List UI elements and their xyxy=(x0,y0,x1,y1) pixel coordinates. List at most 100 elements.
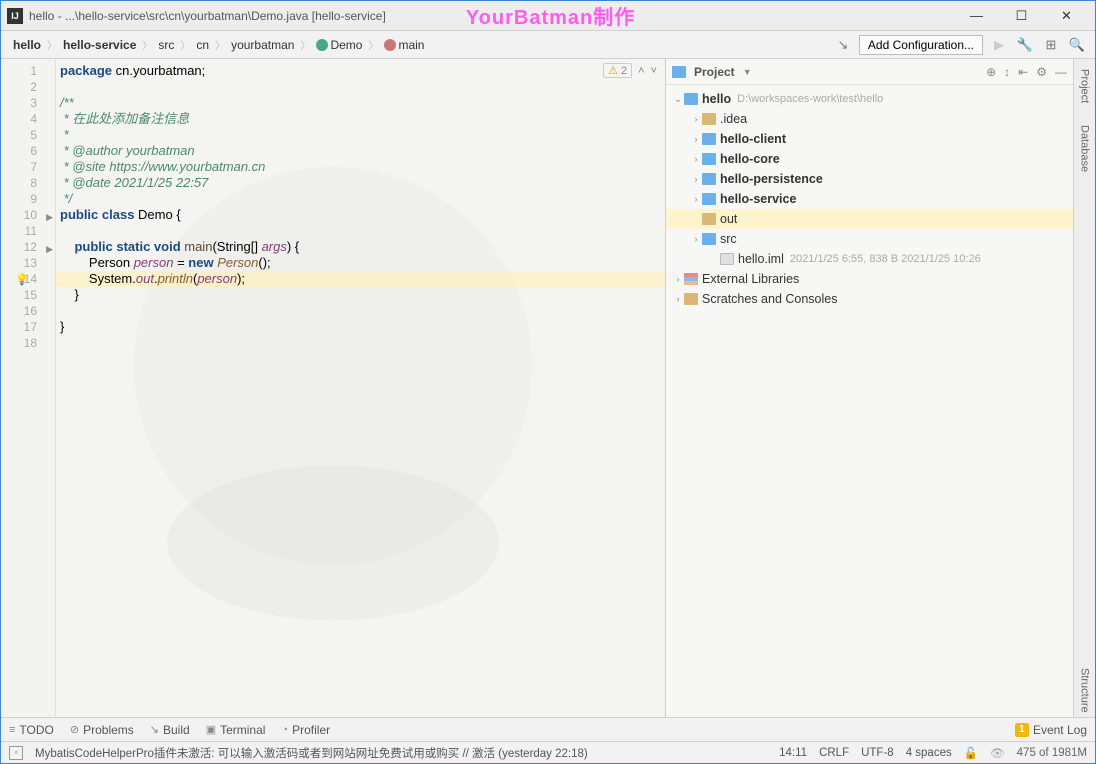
code-line[interactable]: * @site https://www.yourbatman.cn xyxy=(56,159,665,175)
code-line[interactable]: * xyxy=(56,127,665,143)
line-number[interactable]: 13 xyxy=(1,255,55,271)
line-separator[interactable]: CRLF xyxy=(819,747,849,759)
crumb-hello[interactable]: hello xyxy=(9,36,45,54)
file-encoding[interactable]: UTF-8 xyxy=(861,747,894,759)
project-tree[interactable]: ⌄helloD:\workspaces-work\test\hello›.ide… xyxy=(666,85,1073,313)
code-line[interactable] xyxy=(56,79,665,95)
right-tab-structure[interactable]: Structure xyxy=(1077,664,1093,717)
tree-external-libraries[interactable]: ›External Libraries xyxy=(666,269,1073,289)
tab-build[interactable]: ↘Build xyxy=(150,723,190,737)
tree-arrow-icon[interactable]: ⌄ xyxy=(672,94,684,105)
indent-setting[interactable]: 4 spaces xyxy=(906,747,952,759)
line-number[interactable]: 17 xyxy=(1,319,55,335)
add-configuration-button[interactable]: Add Configuration... xyxy=(859,35,983,55)
crumb-yourbatman[interactable]: yourbatman xyxy=(227,36,298,54)
toolwindow-toggle-icon[interactable]: ▫ xyxy=(9,746,23,760)
line-number[interactable]: 9 xyxy=(1,191,55,207)
tree-item-hello-client[interactable]: ›hello-client xyxy=(666,129,1073,149)
tree-arrow-icon[interactable]: › xyxy=(690,174,702,184)
right-tab-database[interactable]: Database xyxy=(1077,121,1093,176)
close-button[interactable]: ✕ xyxy=(1044,2,1089,30)
code-line[interactable] xyxy=(56,335,665,351)
code-line[interactable]: package cn.yourbatman; xyxy=(56,63,665,79)
build-icon[interactable]: ↘ xyxy=(833,35,853,55)
intention-bulb-icon[interactable]: 💡 xyxy=(15,272,29,288)
minimize-button[interactable]: — xyxy=(954,2,999,30)
tab-event-log[interactable]: Event Log xyxy=(1033,723,1087,737)
tree-root-hello[interactable]: ⌄helloD:\workspaces-work\test\hello xyxy=(666,89,1073,109)
collapse-all-icon[interactable]: ⇤ xyxy=(1018,65,1028,79)
code-area[interactable]: ⚠2 ˄ ˅ package cn.yourbatman; /** * 在此处添加… xyxy=(56,59,665,717)
tree-arrow-icon[interactable]: › xyxy=(690,154,702,164)
project-title[interactable]: Project xyxy=(694,65,735,79)
search-icon[interactable]: 🔍 xyxy=(1067,35,1087,55)
line-number[interactable]: 12▶ xyxy=(1,239,55,255)
tree-item-src[interactable]: ›src xyxy=(666,229,1073,249)
code-line[interactable]: /** xyxy=(56,95,665,111)
code-line[interactable]: public class Demo { xyxy=(56,207,665,223)
line-number[interactable]: 3 xyxy=(1,95,55,111)
tree-item-hello-service[interactable]: ›hello-service xyxy=(666,189,1073,209)
tree-scratches[interactable]: ›Scratches and Consoles xyxy=(666,289,1073,309)
crumb-hello-service[interactable]: hello-service xyxy=(59,36,140,54)
nav-down-icon[interactable]: ˅ xyxy=(651,65,657,77)
tree-item-hello-persistence[interactable]: ›hello-persistence xyxy=(666,169,1073,189)
crumb-main[interactable]: main xyxy=(380,36,428,54)
code-line[interactable]: } xyxy=(56,319,665,335)
nav-up-icon[interactable]: ˄ xyxy=(638,65,644,77)
code-line[interactable]: */ xyxy=(56,191,665,207)
run-icon[interactable]: ▶ xyxy=(989,35,1009,55)
right-tab-project[interactable]: Project xyxy=(1077,65,1093,107)
tree-item--idea[interactable]: ›.idea xyxy=(666,109,1073,129)
code-line[interactable]: * @date 2021/1/25 22:57 xyxy=(56,175,665,191)
editor-gutter[interactable]: 12345678910▶1112▶1314💡15161718 xyxy=(1,59,56,717)
tree-arrow-icon[interactable]: › xyxy=(672,274,684,284)
code-line[interactable]: * @author yourbatman xyxy=(56,143,665,159)
hide-icon[interactable]: — xyxy=(1055,65,1067,79)
code-line[interactable]: Person person = new Person(); xyxy=(56,255,665,271)
inspection-widget[interactable]: ⚠2 ˄ ˅ xyxy=(603,63,657,78)
line-number[interactable]: 2 xyxy=(1,79,55,95)
line-number[interactable]: 14💡 xyxy=(1,271,55,287)
line-number[interactable]: 10▶ xyxy=(1,207,55,223)
line-number[interactable]: 16 xyxy=(1,303,55,319)
cursor-position[interactable]: 14:11 xyxy=(779,747,807,759)
line-number[interactable]: 7 xyxy=(1,159,55,175)
project-view-dropdown-icon[interactable]: ▼ xyxy=(743,67,752,77)
tree-arrow-icon[interactable]: › xyxy=(690,134,702,144)
line-number[interactable]: 5 xyxy=(1,127,55,143)
readonly-lock-icon[interactable]: 🔓 xyxy=(964,746,978,760)
line-number[interactable]: 11 xyxy=(1,223,55,239)
tab-profiler[interactable]: ◔Profiler xyxy=(281,723,330,737)
line-number[interactable]: 6 xyxy=(1,143,55,159)
code-line[interactable]: public static void main(String[] args) { xyxy=(56,239,665,255)
code-line[interactable] xyxy=(56,223,665,239)
crumb-cn[interactable]: cn xyxy=(192,36,213,54)
tree-item-out[interactable]: out xyxy=(666,209,1073,229)
tab-todo[interactable]: ≡TODO xyxy=(9,723,54,737)
tab-problems[interactable]: ⊘Problems xyxy=(70,723,134,737)
tab-terminal[interactable]: ▣Terminal xyxy=(206,723,266,737)
line-number[interactable]: 8 xyxy=(1,175,55,191)
status-message[interactable]: MybatisCodeHelperPro插件未激活: 可以输入激活码或者到网站网… xyxy=(35,745,588,761)
maximize-button[interactable]: ☐ xyxy=(999,2,1044,30)
tree-arrow-icon[interactable]: › xyxy=(690,194,702,204)
line-number[interactable]: 4 xyxy=(1,111,55,127)
tree-arrow-icon[interactable]: › xyxy=(672,294,684,304)
code-line[interactable]: } xyxy=(56,287,665,303)
crumb-src[interactable]: src xyxy=(154,36,178,54)
crumb-demo[interactable]: Demo xyxy=(312,36,366,54)
line-number[interactable]: 18 xyxy=(1,335,55,351)
tree-item-hello-core[interactable]: ›hello-core xyxy=(666,149,1073,169)
tree-arrow-icon[interactable]: › xyxy=(690,114,702,124)
code-line[interactable]: * 在此处添加备注信息 xyxy=(56,111,665,127)
debug-icon[interactable]: 🔧 xyxy=(1015,35,1035,55)
code-line[interactable] xyxy=(56,303,665,319)
expand-all-icon[interactable]: ↕ xyxy=(1004,65,1010,79)
settings-icon[interactable]: ⚙ xyxy=(1036,65,1047,79)
tree-item-hello-iml[interactable]: hello.iml2021/1/25 6:55, 838 B 2021/1/25… xyxy=(666,249,1073,269)
code-line[interactable]: System.out.println(person); xyxy=(56,271,665,287)
tree-arrow-icon[interactable]: › xyxy=(690,234,702,244)
memory-indicator[interactable]: 475 of 1981M xyxy=(1017,747,1087,759)
line-number[interactable]: 1 xyxy=(1,63,55,79)
